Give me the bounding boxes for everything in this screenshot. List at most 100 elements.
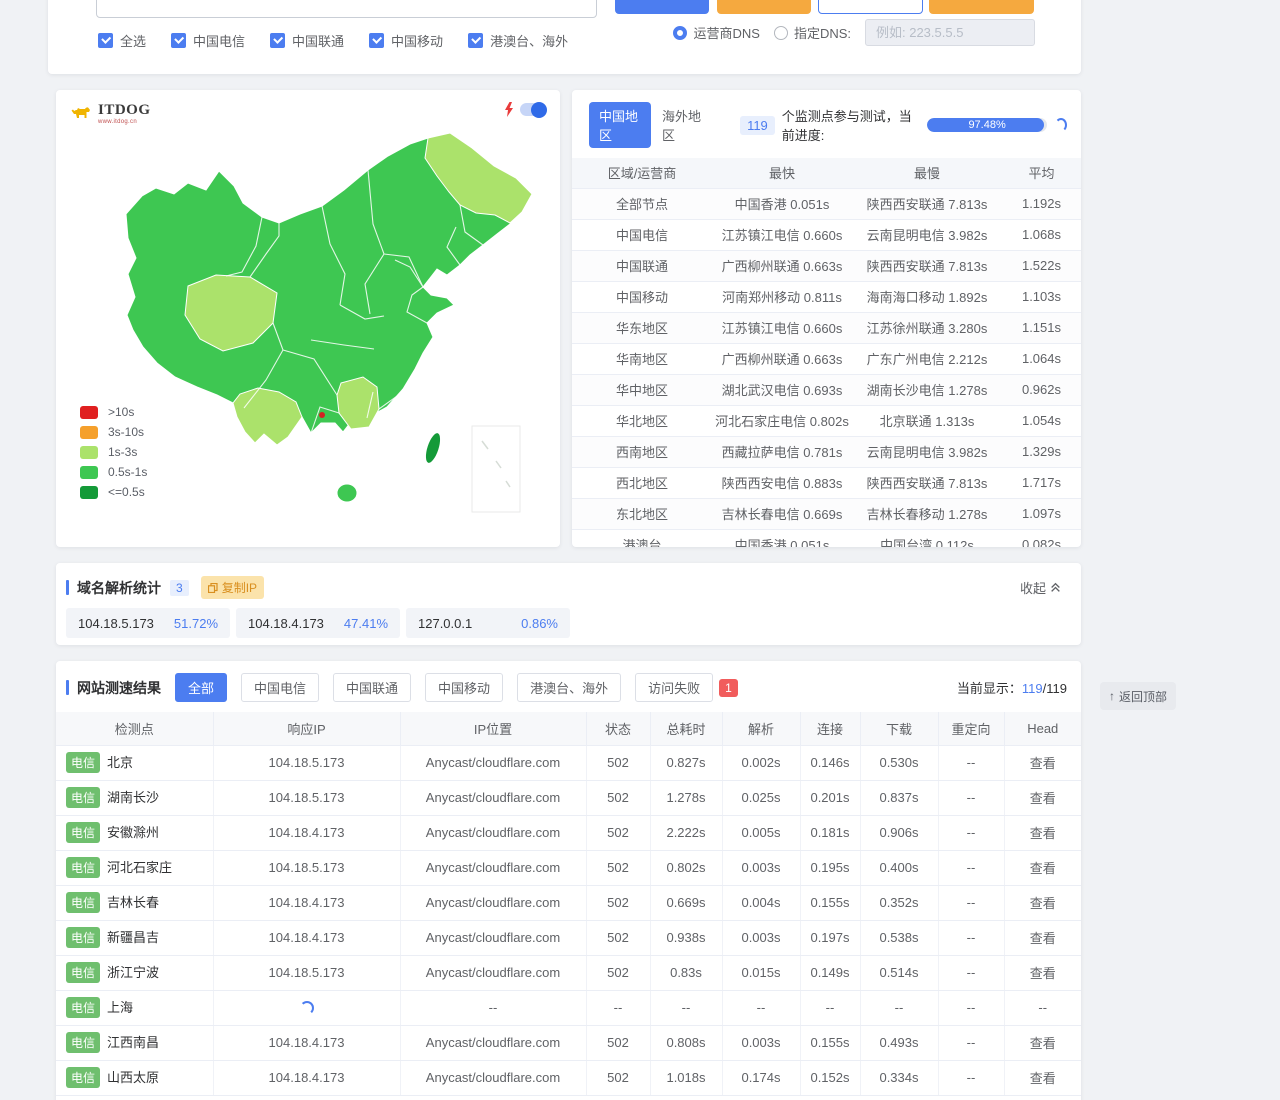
- toolbar-outline-button[interactable]: [818, 0, 923, 14]
- head-cell: 查看: [1004, 955, 1081, 990]
- dns-radio[interactable]: 指定DNS:: [774, 23, 851, 42]
- dns-stats-card: 域名解析统计 3 复制IP 收起 104.18.5.17351.72%104.1…: [56, 563, 1081, 645]
- region-fastest: 湖北武汉电信 0.693s: [712, 374, 852, 405]
- dns-radio[interactable]: 运营商DNS: [673, 23, 759, 42]
- response-ip-cell: 104.18.4.173: [213, 815, 400, 850]
- download-time-cell: 0.352s: [860, 885, 938, 920]
- redirect-cell: --: [938, 1060, 1004, 1095]
- node-cell: 电信江西南昌: [56, 1025, 213, 1060]
- isp-checkbox[interactable]: 中国联通: [270, 31, 344, 50]
- total-time-cell: 0.938s: [650, 920, 722, 955]
- region-fastest: 河南郑州移动 0.811s: [712, 281, 852, 312]
- connect-time-cell: 0.201s: [800, 780, 860, 815]
- view-head-link[interactable]: 查看: [1030, 966, 1056, 981]
- view-head-link[interactable]: 查看: [1030, 1036, 1056, 1051]
- filter-button[interactable]: 中国移动: [425, 673, 503, 702]
- legend-label: 3s-10s: [108, 425, 144, 439]
- view-head-link[interactable]: 查看: [1030, 826, 1056, 841]
- results-column-header: 下载: [860, 712, 938, 745]
- region-name: 华中地区: [572, 374, 712, 405]
- view-head-link[interactable]: 查看: [1030, 931, 1056, 946]
- view-head-link[interactable]: 查看: [1030, 791, 1056, 806]
- results-column-header: Head: [1004, 712, 1081, 745]
- filter-button[interactable]: 访问失败: [635, 673, 713, 702]
- isp-badge: 电信: [66, 927, 100, 948]
- resolve-time-cell: 0.002s: [722, 745, 800, 780]
- isp-checkbox[interactable]: 全选: [98, 31, 146, 50]
- results-filter-group: 全部中国电信中国联通中国移动港澳台、海外访问失败1: [161, 673, 738, 702]
- dns-ip-chip[interactable]: 127.0.0.10.86%: [406, 608, 570, 638]
- total-time-cell: 0.83s: [650, 955, 722, 990]
- filter-button[interactable]: 中国联通: [333, 673, 411, 702]
- filter-button[interactable]: 港澳台、海外: [517, 673, 621, 702]
- total-time-cell: 0.669s: [650, 885, 722, 920]
- checkbox-checked-icon: [171, 33, 186, 48]
- radio-icon: [774, 26, 788, 40]
- logo-text: ITDOG: [98, 102, 151, 119]
- collapse-button[interactable]: 收起: [1020, 578, 1061, 597]
- view-head-link[interactable]: 查看: [1030, 1071, 1056, 1086]
- head-cell: 查看: [1004, 885, 1081, 920]
- toolbar-secondary-button[interactable]: [717, 0, 811, 14]
- display-count-total: /119: [1043, 681, 1067, 696]
- response-ip-cell: 104.18.5.173: [213, 780, 400, 815]
- dns-ip-chip[interactable]: 104.18.4.17347.41%: [236, 608, 400, 638]
- target-host-input[interactable]: [96, 0, 597, 18]
- isp-checkbox[interactable]: 港澳台、海外: [468, 31, 568, 50]
- toolbar-action-button[interactable]: [929, 0, 1034, 14]
- node-cell: 电信北京: [56, 745, 213, 780]
- region-slowest: 陕西西安联通 7.813s: [852, 250, 1002, 281]
- result-row: 电信湖南长沙104.18.5.173Anycast/cloudflare.com…: [56, 780, 1081, 815]
- region-column-header: 平均: [1002, 158, 1081, 188]
- filter-button[interactable]: 中国电信: [241, 673, 319, 702]
- dns-ip-percent: 0.86%: [521, 616, 558, 631]
- region-name: 中国联通: [572, 250, 712, 281]
- custom-dns-input[interactable]: [865, 19, 1035, 46]
- region-average: 1.103s: [1002, 281, 1081, 312]
- map-legend: >10s3s-10s1s-3s0.5s-1s<=0.5s: [80, 402, 147, 502]
- region-slowest: 中国台湾 0.112s: [852, 529, 1002, 547]
- head-cell: 查看: [1004, 920, 1081, 955]
- view-head-link[interactable]: 查看: [1030, 896, 1056, 911]
- download-time-cell: 0.334s: [860, 1060, 938, 1095]
- redirect-cell: --: [938, 1025, 1004, 1060]
- redirect-cell: --: [938, 850, 1004, 885]
- legend-label: <=0.5s: [108, 485, 145, 499]
- result-row: 电信吉林长春104.18.4.173Anycast/cloudflare.com…: [56, 885, 1081, 920]
- filter-button[interactable]: 全部: [175, 673, 227, 702]
- total-time-cell: 0.802s: [650, 850, 722, 885]
- dns-count-badge: 3: [170, 580, 189, 596]
- copy-ip-label: 复制IP: [222, 579, 257, 596]
- total-time-cell: 1.018s: [650, 1060, 722, 1095]
- checkbox-label: 中国移动: [391, 31, 443, 50]
- isp-badge: 电信: [66, 857, 100, 878]
- isp-checkbox[interactable]: 中国移动: [369, 31, 443, 50]
- legend-swatch: [80, 466, 98, 479]
- display-count: 当前显示：119/119: [957, 678, 1067, 697]
- back-to-top-label: 返回顶部: [1119, 688, 1167, 705]
- china-map: [116, 126, 556, 526]
- region-row: 全部节点中国香港 0.051s陕西西安联通 7.813s1.192s: [572, 188, 1081, 219]
- node-cell: 电信吉林长春: [56, 885, 213, 920]
- isp-checkbox[interactable]: 中国电信: [171, 31, 245, 50]
- region-name: 西北地区: [572, 467, 712, 498]
- node-cell: 电信山西太原: [56, 1060, 213, 1095]
- tab-overseas-region[interactable]: 海外地区: [662, 106, 704, 144]
- region-name: 中国移动: [572, 281, 712, 312]
- ip-location-cell: Anycast/cloudflare.com: [400, 745, 586, 780]
- status-cell: 502: [586, 955, 650, 990]
- start-test-button[interactable]: [615, 0, 709, 14]
- options-row: 全选 中国电信 中国联通 中国移动 港澳台、海外 运营商DNS 指定DNS:: [98, 26, 1081, 54]
- target-location-marker: [319, 412, 325, 418]
- result-row: 电信新疆昌吉104.18.4.173Anycast/cloudflare.com…: [56, 920, 1081, 955]
- dns-ip-chip[interactable]: 104.18.5.17351.72%: [66, 608, 230, 638]
- view-head-link[interactable]: 查看: [1030, 861, 1056, 876]
- response-ip-cell: 104.18.5.173: [213, 955, 400, 990]
- back-to-top-button[interactable]: ↑ 返回顶部: [1100, 682, 1176, 710]
- tab-china-region[interactable]: 中国地区: [589, 102, 651, 148]
- checkbox-label: 中国联通: [292, 31, 344, 50]
- view-head-link[interactable]: 查看: [1030, 756, 1056, 771]
- isp-badge: 电信: [66, 1067, 100, 1088]
- copy-ip-button[interactable]: 复制IP: [201, 576, 264, 599]
- map-mode-toggle[interactable]: [520, 103, 546, 116]
